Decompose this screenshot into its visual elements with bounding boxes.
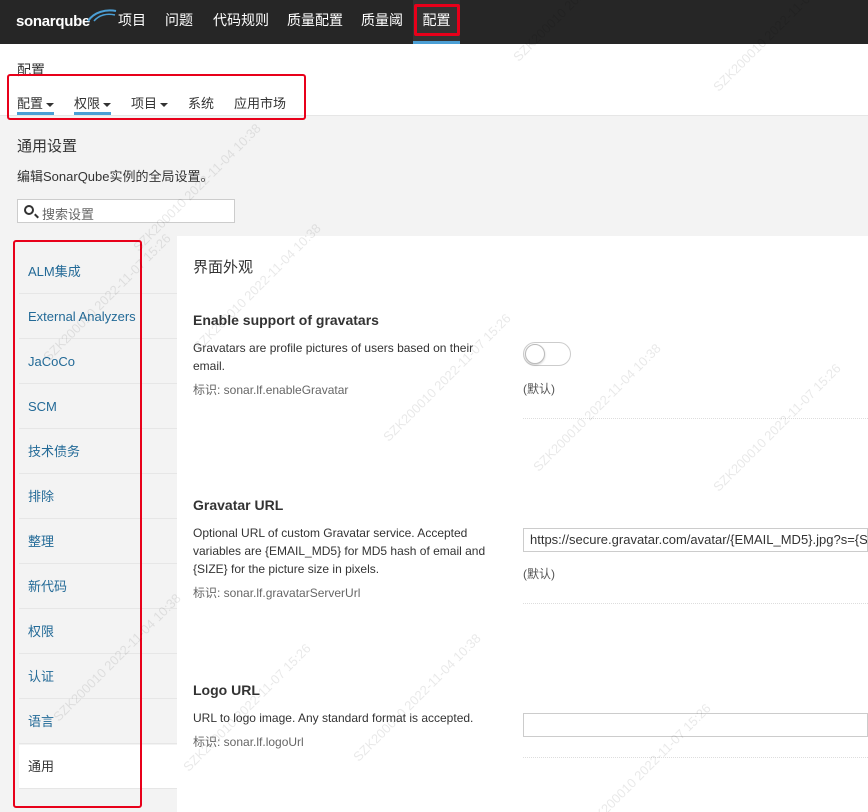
page-header: 配置 配置 权限 项目 系统 应用市场: [0, 44, 868, 120]
nav-issues[interactable]: 问题: [165, 0, 193, 44]
nav-quality-gates[interactable]: 质量阈: [361, 0, 403, 44]
general-settings-description: 编辑SonarQube实例的全局设置。: [17, 169, 214, 184]
sidebar-highlight-box: [13, 240, 142, 808]
search-settings-input[interactable]: 搜索设置: [17, 199, 235, 223]
subnav-projects-label: 项目: [131, 96, 158, 111]
setting-gravatar-enable-name: Enable support of gravatars: [193, 312, 379, 328]
subnav-marketplace[interactable]: 应用市场: [234, 93, 286, 115]
settings-content: 界面外观 Enable support of gravatars Gravata…: [177, 236, 868, 812]
setting-gravatar-enable-key: 标识: sonar.lf.enableGravatar: [193, 383, 349, 397]
nav-administration-label: 配置: [413, 4, 460, 36]
logo-url-input[interactable]: [523, 713, 868, 737]
setting-gravatar-url-name: Gravatar URL: [193, 497, 284, 513]
setting-logo-url-name: Logo URL: [193, 682, 260, 698]
search-placeholder: 搜索设置: [42, 207, 95, 222]
top-navbar: sonarqube 项目 问题 代码规则 质量配置 质量阈 配置: [0, 0, 868, 44]
subnav-configuration-label: 配置: [17, 96, 44, 111]
logo-text: sonarqube: [16, 12, 90, 30]
subnav-projects[interactable]: 项目: [131, 93, 169, 115]
gravatar-url-input[interactable]: https://secure.gravatar.com/avatar/{EMAI…: [523, 528, 868, 552]
nav-quality-profiles[interactable]: 质量配置: [287, 0, 343, 44]
setting-gravatar-url-default: (默认): [523, 567, 555, 581]
setting-gravatar-enable-description: Gravatars are profile pictures of users …: [193, 341, 474, 373]
nav-projects[interactable]: 项目: [118, 0, 146, 44]
subnav-security[interactable]: 权限: [74, 93, 112, 115]
setting-gravatar-url-description: Optional URL of custom Gravatar service.…: [193, 526, 486, 576]
logo-arc-icon: [87, 9, 117, 22]
subnav-configuration[interactable]: 配置: [17, 93, 55, 115]
divider: [523, 418, 868, 419]
gravatar-toggle[interactable]: [523, 342, 571, 366]
general-settings-title: 通用设置: [17, 138, 78, 155]
chevron-down-icon: [160, 102, 169, 107]
divider: [523, 603, 868, 604]
chevron-down-icon: [46, 102, 55, 107]
watermark: SZK200010 2022-11-04 10:38: [130, 120, 264, 255]
search-icon: [24, 205, 34, 215]
admin-subnav: 配置 权限 项目 系统 应用市场: [7, 74, 306, 120]
setting-logo-url-description: URL to logo image. Any standard format i…: [193, 711, 474, 725]
setting-logo-url-key: 标识: sonar.lf.logoUrl: [193, 735, 304, 749]
chevron-down-icon: [103, 102, 112, 107]
category-title: 界面外观: [193, 259, 254, 276]
divider: [523, 757, 868, 758]
nav-rules[interactable]: 代码规则: [213, 0, 269, 44]
setting-gravatar-enable-default: (默认): [523, 382, 555, 396]
toggle-knob: [525, 344, 545, 364]
subnav-security-label: 权限: [74, 96, 101, 111]
setting-gravatar-url-key: 标识: sonar.lf.gravatarServerUrl: [193, 586, 361, 600]
nav-administration[interactable]: 配置: [413, 0, 460, 44]
sonarqube-logo[interactable]: sonarqube: [16, 9, 117, 32]
subnav-system[interactable]: 系统: [188, 93, 214, 115]
